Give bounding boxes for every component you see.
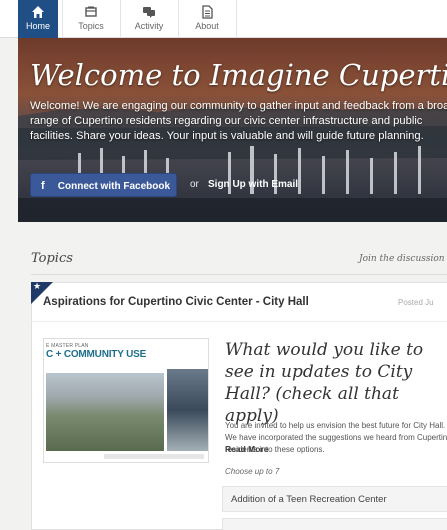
question-title: What would you like to see in updates to… xyxy=(225,340,424,426)
answer-option[interactable] xyxy=(222,518,447,530)
thumbnail-footer xyxy=(104,454,204,459)
top-nav: Home Topics Activity About xyxy=(0,0,447,38)
topics-icon xyxy=(85,6,97,17)
tab-label: Activity xyxy=(134,21,164,31)
tab-topics[interactable]: Topics xyxy=(62,0,120,38)
hero-banner: Welcome to Imagine Cupertino Welcome! We… xyxy=(18,38,447,222)
home-icon xyxy=(32,6,44,18)
or-text: or xyxy=(190,179,199,190)
hero-intro: Welcome! We are engaging our community t… xyxy=(30,100,447,142)
building-photo xyxy=(167,369,208,451)
answer-option[interactable]: Addition of a Teen Recreation Center xyxy=(222,486,447,512)
nav-divider xyxy=(236,0,237,38)
topic-thumbnail[interactable]: E MASTER PLAN C + COMMUNITY USE xyxy=(43,338,209,463)
connect-facebook-button[interactable]: f Connect with Facebook xyxy=(30,173,177,197)
about-icon xyxy=(202,5,213,19)
star-icon: ★ xyxy=(33,281,42,291)
tab-about[interactable]: About xyxy=(178,0,236,38)
tab-home[interactable]: Home xyxy=(18,0,58,38)
facebook-button-label: Connect with Facebook xyxy=(57,181,171,192)
read-more-link[interactable]: Read More xyxy=(225,444,268,454)
crowd-photo xyxy=(46,373,164,451)
topic-title[interactable]: Aspirations for Cupertino Civic Center -… xyxy=(43,296,309,308)
topics-heading: Topics xyxy=(31,251,73,266)
topics-divider xyxy=(31,274,447,275)
choose-limit-text: Choose up to 7 xyxy=(225,467,280,476)
hero-title: Welcome to Imagine Cupertino xyxy=(30,58,447,92)
facebook-icon: f xyxy=(41,180,45,192)
sign-up-email-link[interactable]: Sign Up with Email xyxy=(208,179,298,190)
join-discussion-text: Join the discussion xyxy=(359,254,445,264)
tab-label: About xyxy=(195,21,219,31)
tab-activity[interactable]: Activity xyxy=(120,0,178,38)
thumbnail-heading: C + COMMUNITY USE xyxy=(46,349,147,360)
card-divider xyxy=(31,321,447,322)
activity-icon xyxy=(143,7,155,18)
tab-label: Home xyxy=(25,21,50,31)
tab-label: Topics xyxy=(78,21,104,31)
posted-date: Posted Ju xyxy=(398,298,434,307)
